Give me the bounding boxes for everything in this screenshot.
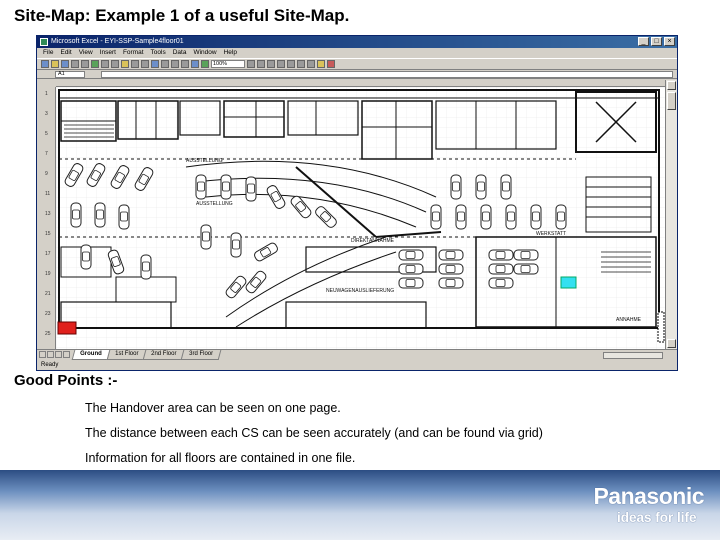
tab-first-icon[interactable] (39, 351, 46, 358)
bullet-point-2: The distance between each CS can be seen… (85, 426, 543, 440)
chart-wizard-icon[interactable] (191, 60, 199, 68)
sheet-floor-plan[interactable]: AUSSTELLUNG AUSSTELLUNG WERKSTATT ANNAHM… (56, 87, 665, 349)
label-new-cars: NEUWAGENAUSLIEFERUNG (326, 288, 394, 294)
sort-asc-icon[interactable] (171, 60, 179, 68)
label-reception: DIREKTANNAHME (351, 238, 395, 244)
vertical-scrollbar[interactable] (665, 80, 677, 349)
italic-icon[interactable] (267, 60, 275, 68)
charge-station-marker-cyan (560, 276, 577, 289)
drawing-icon[interactable] (201, 60, 209, 68)
menu-view[interactable]: View (79, 48, 93, 58)
bullet-point-1: The Handover area can be seen on one pag… (85, 401, 341, 415)
menu-file[interactable]: File (43, 48, 53, 58)
tab-last-icon[interactable] (63, 351, 70, 358)
brand-name: Panasonic (593, 483, 704, 509)
label-showroom: AUSSTELLUNG (186, 158, 223, 164)
floor-plan-drawing: AUSSTELLUNG AUSSTELLUNG WERKSTATT ANNAHM… (56, 87, 665, 349)
new-file-icon[interactable] (41, 60, 49, 68)
label-workshop: WERKSTATT (536, 231, 566, 237)
scroll-down-icon[interactable] (667, 339, 676, 348)
label-showroom-2: AUSSTELLUNG (196, 201, 233, 207)
sort-desc-icon[interactable] (181, 60, 189, 68)
paste-icon[interactable] (121, 60, 129, 68)
excel-window-title: Microsoft Excel - EYI-SSP-Sample4floor01 (51, 38, 184, 45)
tab-ground[interactable]: Ground (71, 350, 111, 360)
menu-data[interactable]: Data (173, 48, 187, 58)
menu-insert[interactable]: Insert (100, 48, 116, 58)
scroll-up-icon[interactable] (667, 81, 676, 90)
excel-menubar: File Edit View Insert Format Tools Data … (37, 48, 677, 58)
hyperlink-icon[interactable] (151, 60, 159, 68)
undo-icon[interactable] (131, 60, 139, 68)
minimize-icon[interactable]: _ (638, 37, 649, 46)
spellcheck-icon[interactable] (91, 60, 99, 68)
good-points-heading: Good Points :- (14, 372, 118, 389)
help-icon[interactable] (247, 60, 255, 68)
underline-icon[interactable] (277, 60, 285, 68)
bullet-point-3: Information for all floors are contained… (85, 451, 356, 465)
formula-input[interactable] (101, 71, 673, 78)
print-preview-icon[interactable] (81, 60, 89, 68)
save-icon[interactable] (61, 60, 69, 68)
close-icon[interactable]: × (664, 37, 675, 46)
align-left-icon[interactable] (287, 60, 295, 68)
maximize-icon[interactable]: □ (651, 37, 662, 46)
column-header[interactable] (56, 80, 665, 87)
menu-help[interactable]: Help (224, 48, 237, 58)
autosum-icon[interactable] (161, 60, 169, 68)
slide-title: Site-Map: Example 1 of a useful Site-Map… (14, 6, 350, 25)
bold-icon[interactable] (257, 60, 265, 68)
menu-tools[interactable]: Tools (151, 48, 166, 58)
scroll-thumb[interactable] (667, 92, 676, 110)
menu-window[interactable]: Window (193, 48, 216, 58)
excel-toolbar: 100% (37, 58, 677, 70)
tab-navigation[interactable] (39, 351, 70, 358)
brand-tagline: ideas for life (616, 510, 697, 525)
print-icon[interactable] (71, 60, 79, 68)
sheet-tab-bar: Ground 1st Floor 2nd Floor 3rd Floor (37, 349, 677, 360)
status-bar: Ready (41, 362, 59, 368)
tab-1st-floor[interactable]: 1st Floor (106, 350, 147, 360)
cut-icon[interactable] (101, 60, 109, 68)
redo-icon[interactable] (141, 60, 149, 68)
excel-window: Microsoft Excel - EYI-SSP-Sample4floor01… (36, 35, 678, 371)
brand-logo: Panasonic ideas for life (593, 484, 704, 525)
tab-3rd-floor[interactable]: 3rd Floor (181, 350, 222, 360)
formula-bar: A1 (37, 70, 677, 79)
excel-app-icon (40, 38, 48, 46)
align-center-icon[interactable] (297, 60, 305, 68)
label-acceptance: ANNAHME (616, 317, 642, 323)
fill-color-icon[interactable] (317, 60, 325, 68)
name-box[interactable]: A1 (55, 71, 85, 78)
zoom-select[interactable]: 100% (211, 60, 245, 68)
excel-titlebar: Microsoft Excel - EYI-SSP-Sample4floor01… (37, 36, 677, 48)
tab-2nd-floor[interactable]: 2nd Floor (142, 350, 185, 360)
align-right-icon[interactable] (307, 60, 315, 68)
handover-marker-red (57, 321, 77, 335)
row-header[interactable]: 1 3 5 7 9 11 13 15 17 19 21 23 25 (37, 87, 56, 349)
copy-icon[interactable] (111, 60, 119, 68)
horizontal-scrollbar[interactable] (603, 352, 663, 359)
open-folder-icon[interactable] (51, 60, 59, 68)
tab-next-icon[interactable] (55, 351, 62, 358)
font-color-icon[interactable] (327, 60, 335, 68)
tab-prev-icon[interactable] (47, 351, 54, 358)
menu-edit[interactable]: Edit (60, 48, 71, 58)
menu-format[interactable]: Format (123, 48, 144, 58)
